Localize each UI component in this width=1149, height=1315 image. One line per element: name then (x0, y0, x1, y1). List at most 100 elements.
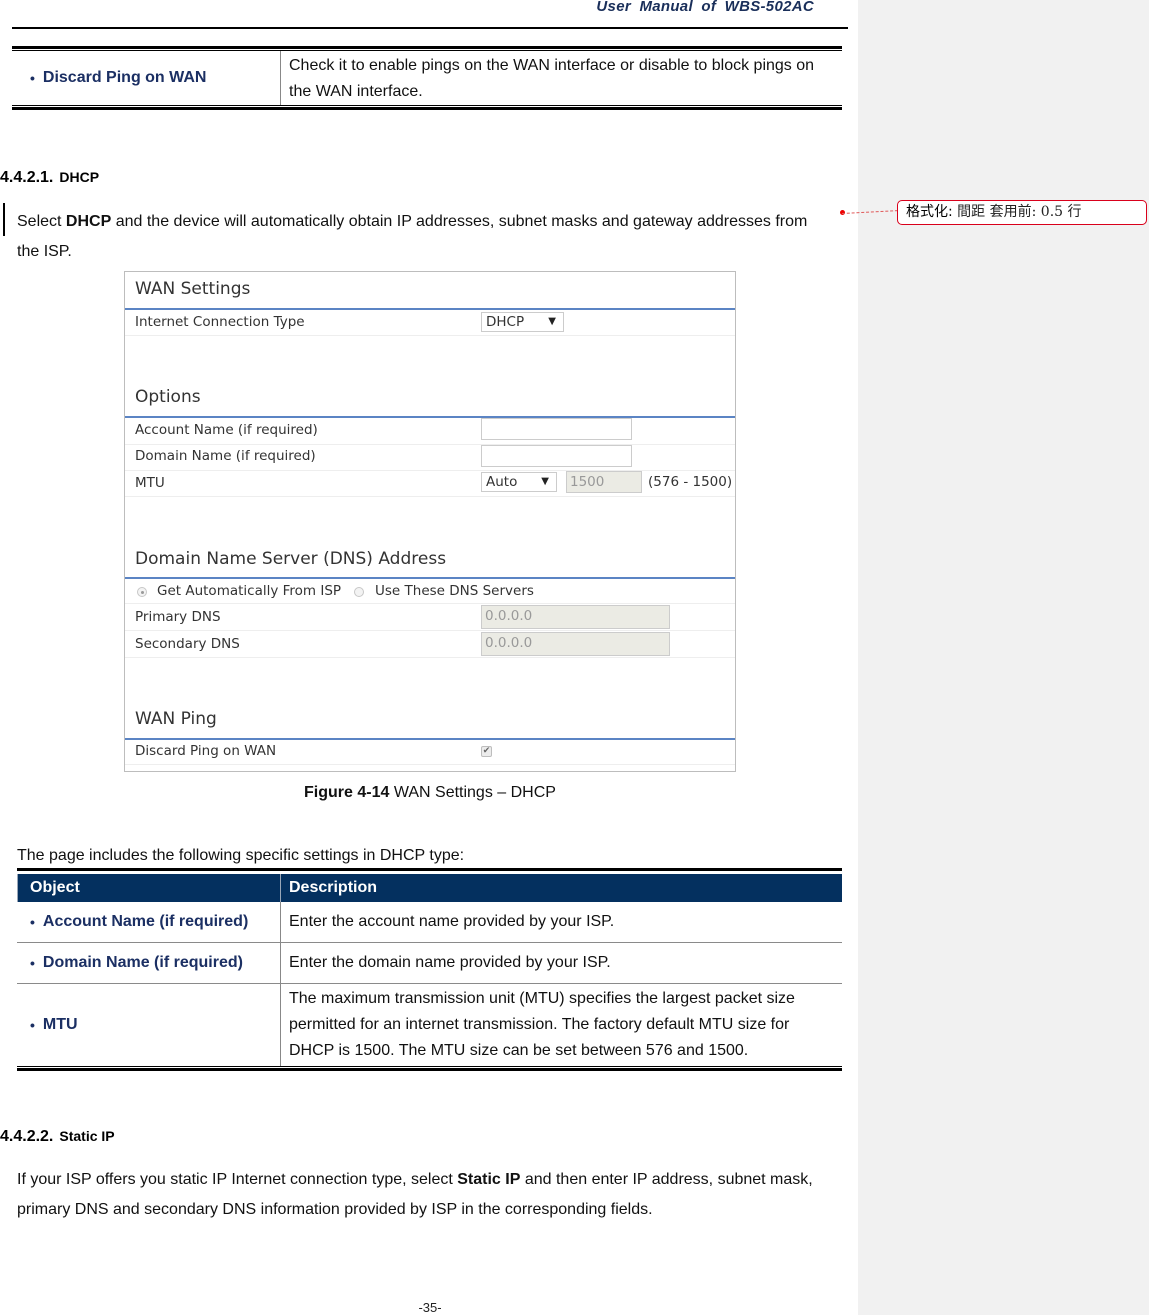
dns-title: Domain Name Server (DNS) Address (135, 549, 447, 569)
figure-number: Figure 4-14 (304, 784, 390, 801)
text-run: and the device will automatically obtain… (111, 213, 808, 230)
bullet-icon: • (30, 1017, 35, 1033)
mtu-mode-select[interactable]: Auto ▼ (481, 472, 557, 492)
dhcp-table-body: • Account Name (if required) Enter the a… (17, 902, 842, 1071)
object-label: MTU (42, 1016, 78, 1033)
figure-caption: Figure 4-14 WAN Settings – DHCP (0, 784, 860, 802)
radio-get-auto[interactable] (137, 587, 147, 597)
description-line: DHCP is 1500. The MTU size can be set be… (289, 1042, 749, 1059)
object-label: Account Name (if required) (42, 913, 249, 930)
section-number: 4.4.2.1. (0, 169, 54, 186)
row-separator (125, 470, 735, 471)
secondary-dns-label: Secondary DNS (135, 636, 240, 652)
discard-ping-label: Discard Ping on WAN (135, 743, 277, 759)
object-label: Discard Ping on WAN (42, 69, 207, 86)
select-value: DHCP (486, 314, 525, 330)
discard-ping-checkbox[interactable]: ✔ (481, 746, 492, 757)
wan-settings-title: WAN Settings (135, 279, 251, 299)
section-divider (125, 577, 735, 579)
description-line: Enter the domain name provided by your I… (289, 954, 611, 971)
static-ip-paragraph: If your ISP offers you static IP Interne… (17, 1165, 847, 1225)
mtu-range-hint: (576 - 1500) (648, 474, 733, 490)
dhcp-paragraph: Select DHCP and the device will automati… (17, 207, 847, 267)
primary-dns-input[interactable]: 0.0.0.0 (481, 605, 670, 629)
object-cell: • Domain Name (if required) (17, 943, 280, 983)
radio-get-auto-label: Get Automatically From ISP (157, 583, 342, 599)
page-number: -35- (418, 1300, 442, 1315)
bullet-icon: • (30, 914, 35, 930)
wan-ping-title: WAN Ping (135, 709, 217, 729)
select-value: Auto (486, 474, 518, 490)
description-line: The maximum transmission unit (MTU) spec… (289, 990, 795, 1007)
paragraph-line: Select DHCP and the device will automati… (17, 207, 847, 237)
section-divider (125, 416, 735, 418)
row-separator (125, 764, 735, 765)
running-header: User Manual of WBS-502AC (596, 0, 814, 15)
bullet-icon: • (30, 955, 35, 971)
bold-term: Static IP (457, 1171, 521, 1188)
section-title: DHCP (59, 169, 100, 185)
format-change-balloon[interactable]: 格式化: 間距 套用前: 0.5 行 (897, 200, 1147, 225)
section-heading-static-ip: 4.4.2.2. Static IP (0, 1128, 115, 1146)
top-table: • Discard Ping on WAN Check it to enable… (12, 46, 842, 110)
mtu-label: MTU (135, 475, 165, 491)
paragraph-line: the ISP. (17, 243, 72, 260)
radio-use-dns[interactable] (354, 587, 364, 597)
object-label: Domain Name (if required) (42, 954, 243, 971)
comment-margin-pane (858, 0, 1149, 1315)
section-divider (125, 738, 735, 740)
object-cell: • MTU (17, 984, 280, 1066)
description-cell: Enter the account name provided by your … (280, 902, 842, 942)
figure-title: WAN Settings – DHCP (389, 784, 556, 801)
row-separator (125, 603, 735, 604)
bold-term: DHCP (65, 213, 112, 230)
description-line: permitted for an internet transmission. … (289, 1016, 790, 1033)
row-separator (125, 630, 735, 631)
description-cell: Enter the domain name provided by your I… (280, 943, 842, 983)
dhcp-table-header: Object Description (17, 874, 842, 902)
mtu-value-input[interactable]: 1500 (566, 471, 642, 493)
row-separator (125, 444, 735, 445)
paragraph-line: primary DNS and secondary DNS informatio… (17, 1201, 653, 1218)
connection-type-select[interactable]: DHCP ▼ (481, 312, 564, 332)
secondary-dns-input[interactable]: 0.0.0.0 (481, 632, 670, 656)
text-run: Select (17, 213, 66, 230)
document-page: User Manual of WBS-502AC • Discard Ping … (0, 0, 858, 1315)
domain-name-label: Domain Name (if required) (135, 448, 316, 464)
account-name-label: Account Name (if required) (135, 422, 318, 438)
options-title: Options (135, 387, 201, 407)
bullet-icon: • (30, 70, 35, 86)
header-object: Object (17, 874, 280, 902)
paragraph-line: If your ISP offers you static IP Interne… (17, 1165, 847, 1195)
primary-dns-label: Primary DNS (135, 609, 221, 625)
checkmark-icon: ✔ (482, 746, 491, 756)
intro-paragraph: The page includes the following specific… (17, 847, 465, 864)
section-title: Static IP (59, 1128, 115, 1144)
description-line: the WAN interface. (289, 83, 423, 100)
dropdown-arrow-icon: ▼ (548, 316, 556, 327)
table-bottom-rule (12, 105, 842, 110)
revision-change-bar (3, 203, 5, 236)
description-cell: The maximum transmission unit (MTU) spec… (280, 984, 842, 1066)
object-cell: • Discard Ping on WAN (12, 51, 280, 105)
table-row: • Domain Name (if required) Enter the do… (17, 943, 842, 984)
dropdown-arrow-icon: ▼ (541, 476, 549, 487)
header-description: Description (280, 874, 842, 902)
description-cell: Check it to enable pings on the WAN inte… (280, 51, 842, 105)
object-cell: • Account Name (if required) (17, 902, 280, 942)
table-bottom-rule (17, 1066, 842, 1071)
section-number: 4.4.2.2. (0, 1128, 54, 1145)
radio-use-dns-label: Use These DNS Servers (375, 583, 534, 599)
balloon-text: 間距 套用前: 0.5 行 (952, 204, 1082, 220)
table-row: • MTU The maximum transmission unit (MTU… (17, 984, 842, 1066)
section-heading-dhcp: 4.4.2.1. DHCP (0, 169, 99, 187)
table-row: • Account Name (if required) Enter the a… (17, 902, 842, 943)
row-separator (125, 657, 735, 658)
balloon-label: 格式化: (906, 204, 953, 220)
row-separator (125, 496, 735, 497)
domain-name-input[interactable] (481, 445, 632, 467)
text-run: and then enter IP address, subnet mask, (520, 1171, 813, 1188)
connection-type-label: Internet Connection Type (135, 314, 305, 330)
account-name-input[interactable] (481, 418, 632, 440)
wan-settings-screenshot: WAN Settings Internet Connection Type DH… (124, 271, 736, 772)
